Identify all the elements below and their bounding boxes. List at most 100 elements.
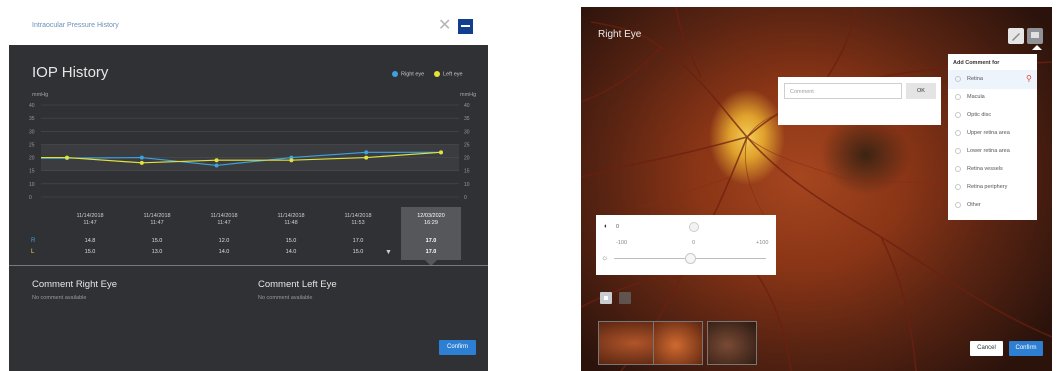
comment-right-text: No comment available: [32, 295, 87, 301]
data-point-0: [139, 155, 144, 160]
radio-icon[interactable]: [955, 166, 961, 172]
menu-item[interactable]: Upper retina area: [948, 124, 1037, 143]
value-right-eye: 17.0: [425, 238, 437, 244]
value-right-eye: 12.0: [218, 238, 230, 244]
slider-thumb[interactable]: [685, 253, 696, 264]
column-date: 11/14/2018: [76, 213, 104, 219]
add-comment-menu: Add Comment for Retina ⚲ Macula Optic disc U…: [948, 54, 1037, 220]
menu-item-label: Retina vessels: [967, 166, 1003, 172]
ok-button[interactable]: OK: [906, 83, 936, 99]
data-point-0: [214, 163, 219, 168]
y-tick-label-right: 30: [464, 129, 470, 135]
divider: [9, 265, 488, 266]
value-left-eye: 15.0: [352, 249, 364, 255]
y-tick-label-left: 25: [29, 142, 35, 148]
confirm-button[interactable]: Confirm: [439, 340, 476, 355]
y-tick-label-right: 15: [464, 169, 470, 175]
window-title: Intraocular Pressure History: [32, 22, 119, 29]
column-time: 11:47: [150, 220, 164, 226]
radio-icon[interactable]: [955, 184, 961, 190]
data-point-0: [364, 150, 369, 155]
data-point-1: [65, 155, 69, 160]
radio-icon[interactable]: [955, 130, 961, 136]
slider-value: 0: [616, 224, 620, 230]
filter-icon[interactable]: ▼: [385, 249, 392, 256]
slider-mid-label: 0: [692, 240, 696, 246]
comment-input[interactable]: Comment: [784, 83, 902, 99]
view-toggle-button[interactable]: [600, 292, 612, 304]
legend-dot-icon: [434, 71, 440, 77]
radio-icon[interactable]: [955, 76, 961, 82]
column-time: 11:53: [351, 220, 365, 226]
menu-item-label: Retina: [967, 76, 983, 82]
y-tick-label-left: 10: [29, 182, 35, 188]
menu-item-label: Retina periphery: [967, 184, 1008, 190]
data-point-1: [289, 158, 294, 163]
y-tick-label-left: 30: [29, 129, 35, 135]
menu-item-label: Optic disc: [967, 112, 992, 118]
y-tick-label-right: 10: [464, 182, 470, 188]
column-date: 11/14/2018: [277, 213, 305, 219]
legend-left-eye: Left eye: [434, 71, 463, 77]
row-label-left: L: [31, 249, 35, 255]
menu-header: Add Comment for: [953, 60, 1000, 66]
menu-item-label: Other: [967, 202, 981, 208]
y-axis-unit-right: mmHg: [460, 92, 477, 98]
iop-history-window: Intraocular Pressure History ✕ IOP Histo…: [9, 7, 488, 371]
grid-icon: [604, 296, 608, 300]
page-title: IOP History: [32, 64, 109, 81]
slider-top-thumb[interactable]: [689, 222, 699, 232]
contrast-icon: ◐: [604, 223, 609, 230]
window-header: Intraocular Pressure History ✕: [9, 7, 488, 45]
pin-icon: ⚲: [1026, 74, 1032, 83]
value-right-eye: 17.0: [352, 238, 364, 244]
row-label-right: R: [31, 238, 36, 244]
y-tick-label-left: 0: [29, 195, 32, 201]
view-toggle-button-2[interactable]: [619, 292, 631, 304]
iop-line-chart: 0 0 10 10 15 15 20 20 25 25 30 30 35 35 40 40: [29, 103, 470, 201]
fundus-image-viewer: Right Eye Comment OK Add Comment for Ret…: [581, 7, 1052, 371]
y-axis-unit-left: mmHg: [32, 92, 49, 98]
legend-dot-icon: [392, 71, 398, 77]
data-point-1: [439, 150, 443, 155]
radio-icon[interactable]: [955, 202, 961, 208]
eye-title: Right Eye: [598, 29, 642, 40]
legend-label: Left eye: [443, 71, 463, 78]
value-right-eye: 14.8: [84, 238, 96, 244]
annotation-tool-button[interactable]: [1008, 28, 1024, 44]
confirm-button-right[interactable]: Confirm: [1009, 341, 1043, 356]
radio-icon[interactable]: [955, 112, 961, 118]
menu-item[interactable]: Macula: [948, 88, 1037, 107]
menu-item[interactable]: Lower retina area: [948, 142, 1037, 161]
thumbnail-3[interactable]: [707, 321, 757, 365]
brand-logo-icon: [458, 19, 473, 34]
menu-item-label: Lower retina area: [967, 148, 1010, 154]
close-icon[interactable]: ✕: [438, 18, 451, 34]
column-time: 11:48: [284, 220, 298, 226]
comment-icon: [1031, 32, 1039, 38]
comment-right-title: Comment Right Eye: [32, 279, 118, 290]
comment-popup: Comment OK: [778, 77, 941, 125]
menu-item[interactable]: Optic disc: [948, 106, 1037, 125]
radio-icon[interactable]: [955, 94, 961, 100]
value-right-eye: 15.0: [285, 238, 297, 244]
value-left-eye: 14.0: [285, 249, 297, 255]
cancel-button[interactable]: Cancel: [970, 341, 1003, 356]
menu-item[interactable]: Retina periphery: [948, 178, 1037, 197]
value-right-eye: 15.0: [151, 238, 163, 244]
comment-tool-button[interactable]: [1027, 28, 1043, 44]
y-tick-label-left: 40: [29, 103, 35, 109]
value-left-eye: 15.0: [84, 249, 96, 255]
column-date: 11/14/2018: [344, 213, 372, 219]
menu-item[interactable]: Retina vessels: [948, 160, 1037, 179]
y-tick-label-left: 20: [29, 156, 35, 162]
data-point-1: [364, 155, 369, 160]
y-tick-label-left: 15: [29, 169, 35, 175]
y-tick-label-right: 40: [464, 103, 470, 109]
thumbnail-2[interactable]: [653, 321, 703, 365]
menu-item[interactable]: Other: [948, 196, 1037, 215]
radio-icon[interactable]: [955, 148, 961, 154]
comment-left-text: No comment available: [258, 295, 313, 301]
menu-item[interactable]: Retina ⚲: [948, 70, 1037, 89]
value-left-eye: 13.0: [151, 249, 163, 255]
